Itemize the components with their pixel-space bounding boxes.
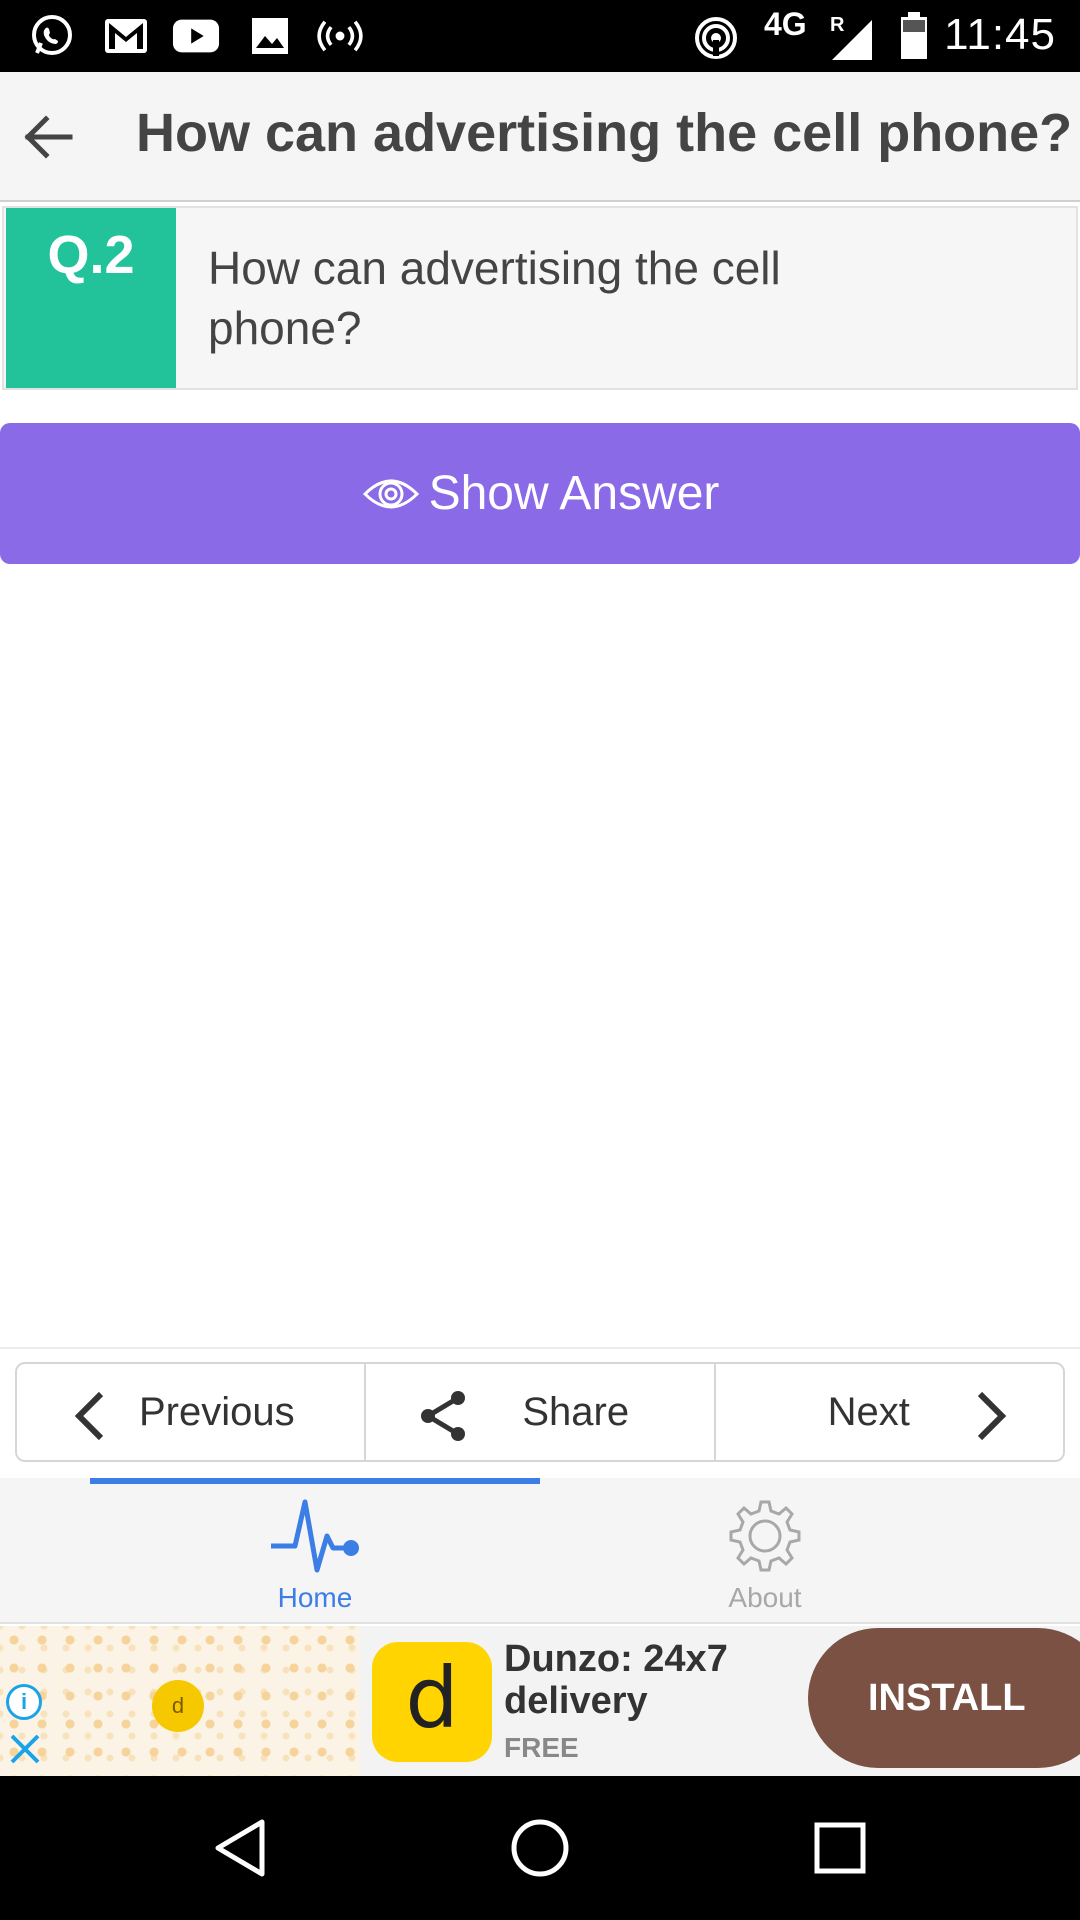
- ad-title: Dunzo: 24x7 delivery: [504, 1638, 728, 1722]
- bottom-tab-bar: Home About: [0, 1478, 1080, 1624]
- app-bar: How can advertising the cell phone?: [0, 72, 1080, 202]
- back-button[interactable]: [16, 105, 80, 169]
- triangle-back-icon: [215, 1819, 265, 1877]
- signal-icon: [828, 16, 876, 64]
- hotspot-icon: [316, 12, 364, 60]
- tab-home[interactable]: Home: [215, 1496, 415, 1616]
- show-answer-button[interactable]: Show Answer: [0, 423, 1080, 564]
- previous-button[interactable]: Previous: [17, 1364, 364, 1460]
- ad-info-icon[interactable]: i: [6, 1684, 42, 1720]
- gear-icon: [729, 1500, 801, 1572]
- question-navigation: Previous Share Next: [15, 1362, 1065, 1462]
- nav-back-button[interactable]: [198, 1806, 282, 1890]
- nav-home-button[interactable]: [498, 1806, 582, 1890]
- ad-price: FREE: [504, 1732, 579, 1763]
- wifi-hotspot-icon: [692, 12, 740, 60]
- ad-image-badge: d: [152, 1680, 204, 1732]
- pulse-icon: [271, 1499, 359, 1573]
- back-arrow-icon: [24, 115, 73, 159]
- share-label: Share: [522, 1390, 630, 1434]
- tab-about-label: About: [728, 1582, 802, 1613]
- install-button[interactable]: INSTALL: [808, 1628, 1080, 1768]
- share-icon: [421, 1391, 466, 1441]
- battery-icon: [890, 12, 938, 60]
- previous-label: Previous: [139, 1390, 295, 1434]
- tab-home-label: Home: [277, 1582, 353, 1613]
- whatsapp-icon: [28, 12, 76, 60]
- tab-about[interactable]: About: [665, 1496, 865, 1616]
- gmail-icon: [102, 12, 150, 60]
- divider: [0, 1347, 1080, 1349]
- eye-icon: [362, 479, 419, 508]
- chevron-left-icon: [74, 1391, 104, 1441]
- show-answer-label: Show Answer: [428, 467, 720, 520]
- question-text: How can advertising the cell phone?: [208, 242, 781, 354]
- network-type: 4G: [764, 6, 807, 42]
- nav-recents-button[interactable]: [798, 1806, 882, 1890]
- ad-banner[interactable]: d i d Dunzo: 24x7 delivery FREE INSTALL: [0, 1626, 1080, 1776]
- circle-home-icon: [511, 1819, 569, 1877]
- square-recents-icon: [814, 1822, 866, 1874]
- system-nav-bar: [0, 1776, 1080, 1920]
- youtube-icon: [172, 12, 220, 60]
- gallery-icon: [246, 12, 294, 60]
- chevron-right-icon: [977, 1391, 1006, 1441]
- status-time: 11:45: [944, 10, 1056, 59]
- next-label: Next: [827, 1390, 910, 1434]
- ad-app-logo: d: [372, 1642, 492, 1762]
- ad-close-icon[interactable]: [8, 1732, 42, 1766]
- active-tab-indicator: [90, 1478, 540, 1484]
- status-bar: 4G R 11:45: [0, 0, 1080, 72]
- question-card: Q.2 How can advertising the cell phone?: [2, 206, 1078, 390]
- question-number-badge: Q.2: [6, 208, 176, 388]
- page-title: How can advertising the cell phone?: [136, 103, 1073, 163]
- share-button[interactable]: Share: [364, 1364, 713, 1460]
- next-button[interactable]: Next: [713, 1364, 1063, 1460]
